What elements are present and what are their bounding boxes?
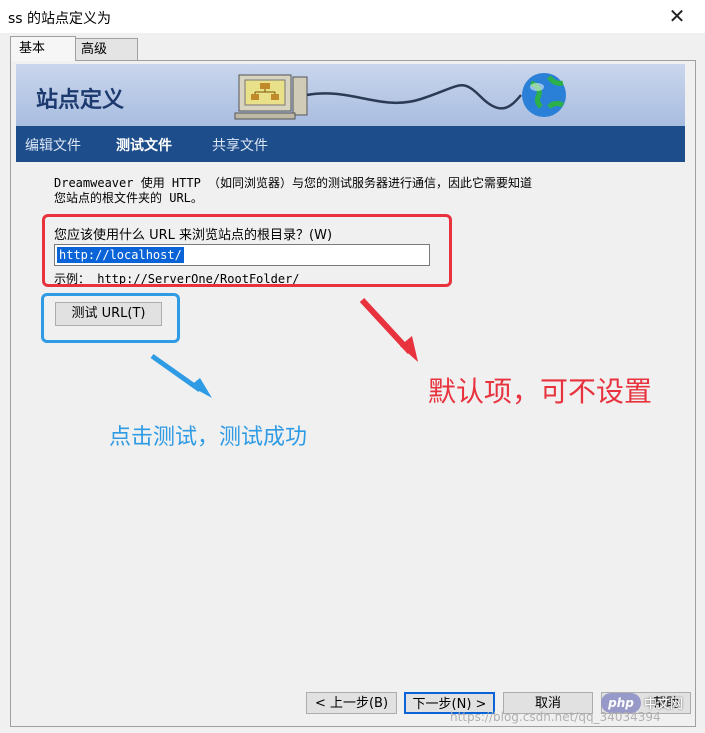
- description-line-2: 您站点的根文件夹的 URL。: [54, 191, 203, 205]
- tab-advanced[interactable]: 高级: [72, 38, 138, 61]
- computer-network-illustration: [234, 73, 566, 120]
- nav-edit-files[interactable]: 编辑文件: [25, 135, 81, 155]
- watermark-url: https://blog.csdn.net/qq_34034394: [450, 710, 661, 724]
- cable-icon: [306, 84, 522, 110]
- window-title: ss 的站点定义为: [8, 11, 112, 27]
- header-title: 站点定义: [36, 87, 125, 113]
- back-button[interactable]: < 上一步(B): [306, 692, 397, 714]
- computer-icon: [234, 74, 308, 120]
- title-bar: ss 的站点定义为 ✕: [0, 0, 705, 33]
- annotation-test-note: 点击测试，测试成功: [109, 425, 308, 450]
- watermark-suffix: 中文网: [644, 697, 684, 712]
- globe-icon: [522, 73, 566, 117]
- wizard-header: 站点定义: [16, 64, 685, 126]
- nav-test-files[interactable]: 测试文件: [116, 135, 172, 155]
- tab-basic[interactable]: 基本: [10, 36, 76, 61]
- close-icon[interactable]: ✕: [663, 3, 691, 29]
- description-line-1: Dreamweaver 使用 HTTP （如同浏览器）与您的测试服务器进行通信，…: [54, 176, 533, 190]
- red-highlight-box: [42, 214, 452, 287]
- description: Dreamweaver 使用 HTTP （如同浏览器）与您的测试服务器进行通信，…: [54, 176, 644, 206]
- blue-highlight-box: [41, 293, 180, 343]
- annotation-default-note: 默认项，可不设置: [428, 375, 653, 408]
- nav-share-files[interactable]: 共享文件: [212, 135, 268, 155]
- wizard-nav: 编辑文件 测试文件 共享文件: [16, 126, 685, 162]
